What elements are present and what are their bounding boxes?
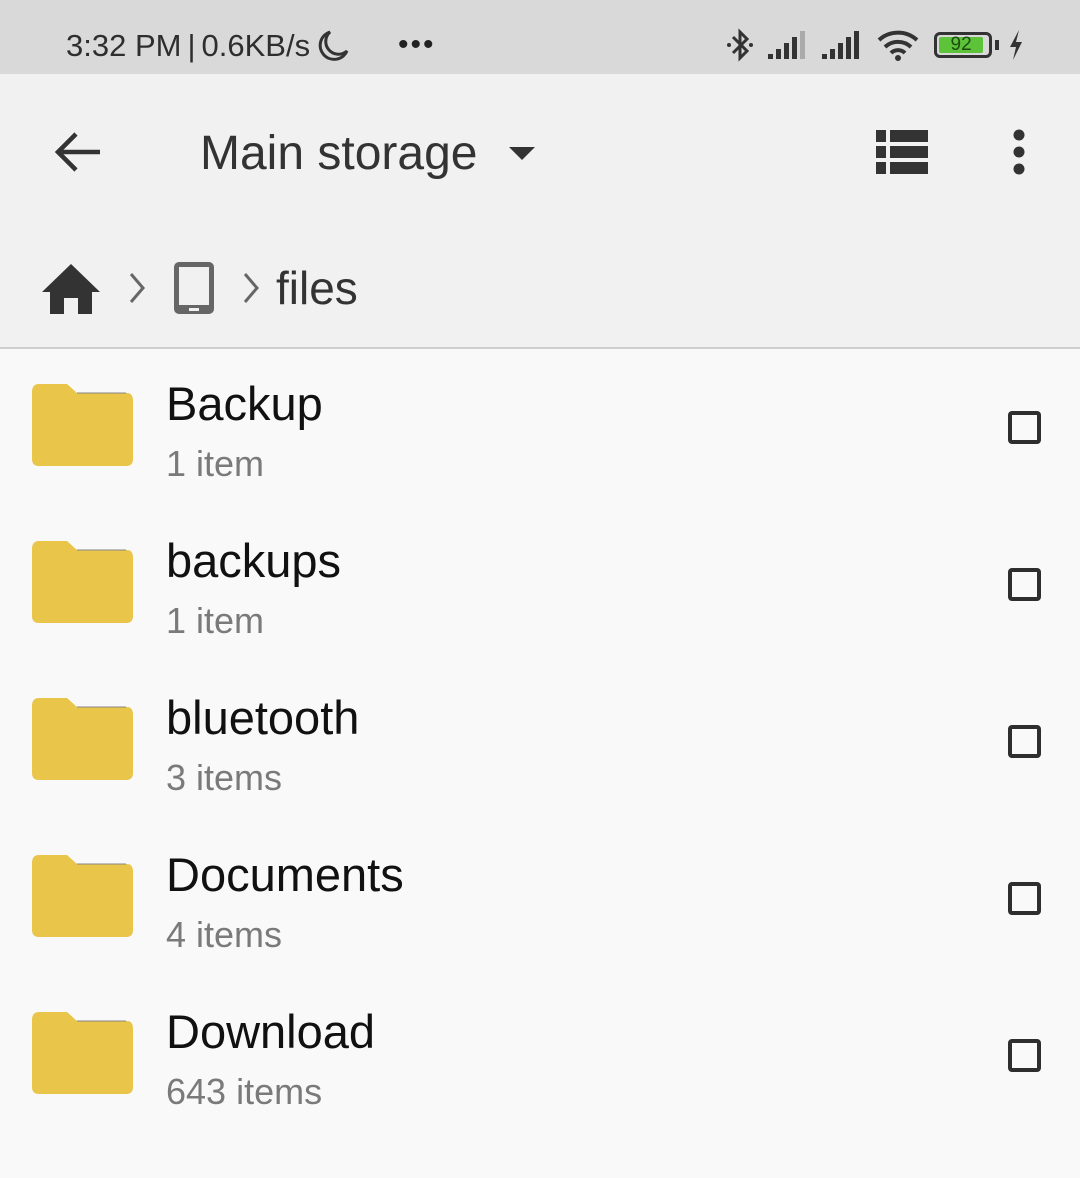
home-icon[interactable] bbox=[40, 262, 102, 314]
item-count: 1 item bbox=[166, 443, 265, 484]
folder-icon bbox=[32, 1012, 133, 1094]
charging-icon bbox=[1010, 30, 1022, 60]
back-arrow-icon[interactable] bbox=[50, 128, 106, 176]
list-item[interactable]: Documents 4 items bbox=[0, 820, 1080, 977]
dropdown-caret-icon bbox=[509, 147, 536, 160]
bluetooth-icon bbox=[727, 28, 753, 62]
item-count: 1 item bbox=[166, 600, 265, 641]
battery-level: 92 bbox=[939, 34, 984, 55]
folder-icon bbox=[32, 698, 133, 780]
moon-icon bbox=[318, 30, 349, 61]
select-checkbox[interactable] bbox=[1008, 411, 1041, 444]
list-item[interactable]: bluetooth 3 items bbox=[0, 663, 1080, 820]
more-vert-icon[interactable] bbox=[1010, 128, 1028, 176]
file-name: Download bbox=[166, 1005, 376, 1058]
item-count: 643 items bbox=[166, 1071, 323, 1112]
more-notifications: ••• bbox=[398, 28, 436, 61]
folder-icon bbox=[32, 541, 133, 623]
list-item[interactable]: backups 1 item bbox=[0, 506, 1080, 663]
signal-icon bbox=[768, 31, 805, 59]
battery-tip bbox=[995, 40, 999, 50]
toolbar: Main storage files bbox=[0, 74, 1080, 349]
file-list: Backup 1 item backups 1 item bluetooth 3… bbox=[0, 349, 1080, 1134]
select-checkbox[interactable] bbox=[1008, 568, 1041, 601]
battery-icon: 92 bbox=[934, 32, 992, 58]
net-speed: 0.6KB/s bbox=[201, 28, 311, 63]
item-count: 4 items bbox=[166, 914, 283, 955]
status-bar: 3:32 PM | 0.6KB/s ••• 92 bbox=[0, 0, 1080, 74]
item-count: 3 items bbox=[166, 757, 283, 798]
device-icon[interactable] bbox=[172, 260, 216, 316]
breadcrumb-current[interactable]: files bbox=[276, 261, 358, 315]
list-view-icon[interactable] bbox=[876, 130, 928, 174]
page-title: Main storage bbox=[200, 127, 478, 180]
signal-icon bbox=[822, 31, 859, 59]
chevron-right-icon bbox=[243, 273, 259, 303]
folder-icon bbox=[32, 855, 133, 937]
status-left: 3:32 PM | 0.6KB/s bbox=[66, 28, 350, 64]
list-item[interactable]: Download 643 items bbox=[0, 977, 1080, 1134]
folder-icon bbox=[32, 384, 133, 466]
select-checkbox[interactable] bbox=[1008, 882, 1041, 915]
clock: 3:32 PM bbox=[66, 28, 182, 63]
file-name: backups bbox=[166, 534, 342, 587]
status-right: 92 bbox=[726, 28, 1025, 62]
breadcrumb: files bbox=[40, 260, 358, 316]
file-name: Documents bbox=[166, 848, 404, 901]
chevron-right-icon bbox=[129, 273, 145, 303]
file-name: Backup bbox=[166, 377, 323, 430]
select-checkbox[interactable] bbox=[1008, 725, 1041, 758]
wifi-icon bbox=[877, 30, 919, 61]
list-item[interactable]: Backup 1 item bbox=[0, 349, 1080, 506]
storage-selector[interactable]: Main storage bbox=[200, 126, 536, 181]
status-separator: | bbox=[187, 28, 196, 63]
file-name: bluetooth bbox=[166, 691, 360, 744]
select-checkbox[interactable] bbox=[1008, 1039, 1041, 1072]
